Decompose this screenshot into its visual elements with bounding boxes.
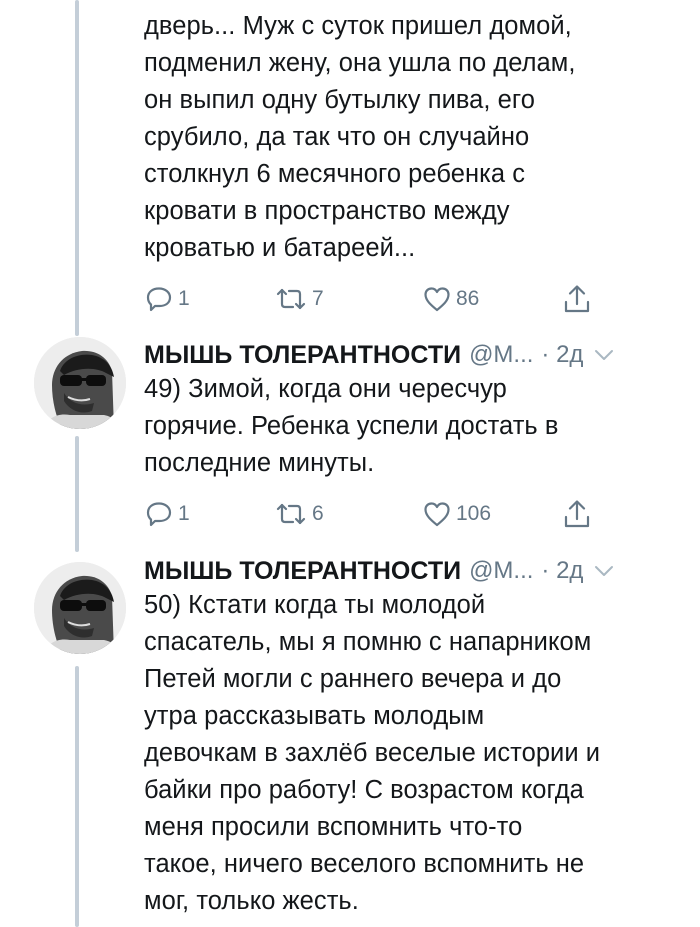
share-icon — [562, 283, 592, 315]
tweet-actions: 1 6 106 — [144, 497, 604, 531]
tweet-text: 49) Зимой, когда они чересчур горячие. Р… — [144, 375, 559, 477]
share-button[interactable] — [562, 282, 592, 316]
retweet-icon — [274, 499, 308, 529]
retweet-button[interactable]: 7 — [274, 282, 324, 316]
tweet-time[interactable]: · 2д — [541, 341, 583, 369]
avatar[interactable] — [34, 337, 126, 429]
heart-icon — [422, 284, 452, 314]
thread-line-middle — [75, 436, 79, 552]
retweet-count: 6 — [312, 502, 324, 525]
retweet-icon — [274, 284, 308, 314]
like-button[interactable]: 86 — [422, 282, 479, 316]
thread-line-top — [75, 0, 79, 336]
tweet-actions: 1 7 86 — [144, 282, 604, 316]
reply-button[interactable]: 1 — [144, 497, 190, 531]
author-handle[interactable]: @М... — [469, 557, 533, 585]
reply-icon — [144, 284, 174, 314]
like-count: 86 — [456, 287, 480, 310]
tweet-text: 50) Кстати когда ты молодой спасатель, м… — [144, 591, 601, 915]
tweet-header: МЫШЬ ТОЛЕРАНТНОСТИ @М... · 2д — [144, 553, 684, 589]
reply-icon — [144, 499, 174, 529]
author-handle[interactable]: @М... — [469, 341, 533, 369]
reply-count: 1 — [178, 287, 190, 310]
retweet-count: 7 — [312, 287, 324, 310]
tweet-time[interactable]: · 2д — [541, 557, 583, 585]
share-button[interactable] — [562, 497, 592, 531]
heart-icon — [422, 499, 452, 529]
reply-count: 1 — [178, 502, 190, 525]
author-name[interactable]: МЫШЬ ТОЛЕРАНТНОСТИ — [144, 341, 461, 370]
tweet-text: дверь... Муж с суток пришел домой, подме… — [144, 12, 576, 262]
chevron-down-icon[interactable] — [593, 564, 615, 578]
avatar[interactable] — [34, 562, 126, 654]
share-icon — [562, 498, 592, 530]
retweet-button[interactable]: 6 — [274, 497, 324, 531]
reply-button[interactable]: 1 — [144, 282, 190, 316]
like-count: 106 — [456, 502, 492, 525]
tweet-header: МЫШЬ ТОЛЕРАНТНОСТИ @М... · 2д — [144, 337, 684, 373]
chevron-down-icon[interactable] — [593, 348, 615, 362]
thread-line-bottom — [75, 666, 79, 927]
author-name[interactable]: МЫШЬ ТОЛЕРАНТНОСТИ — [144, 557, 461, 586]
like-button[interactable]: 106 — [422, 497, 491, 531]
